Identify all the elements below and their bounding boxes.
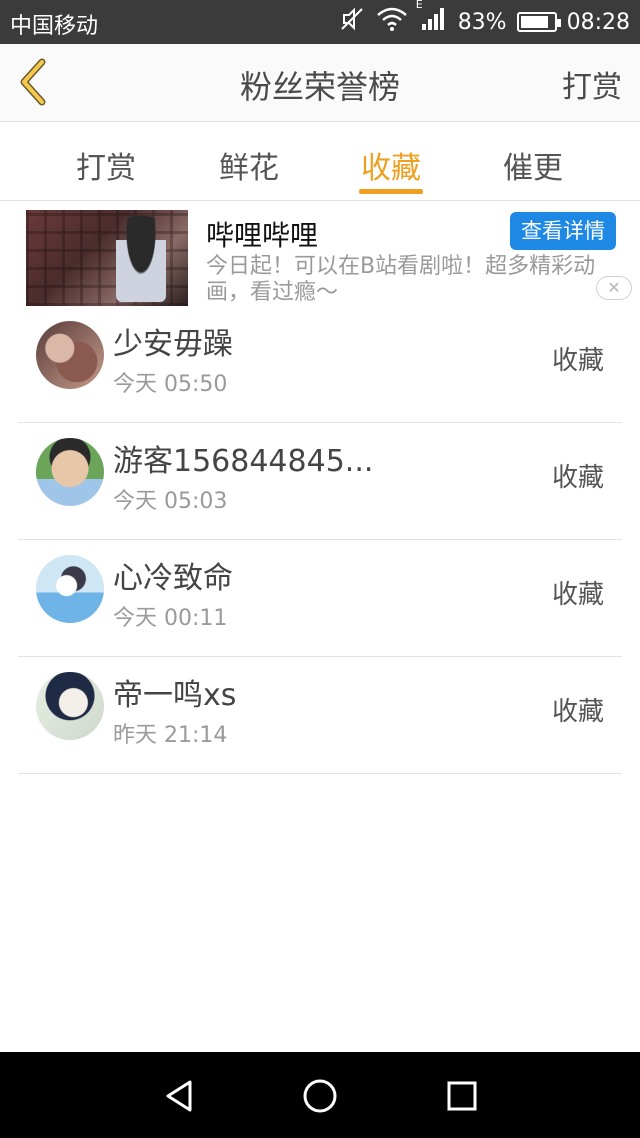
tab-bar: 打赏 鲜花 收藏 催更 [0, 123, 640, 201]
ad-detail-button[interactable]: 查看详情 [510, 212, 616, 250]
avatar [36, 672, 104, 740]
item-action-label: 收藏 [551, 346, 604, 376]
user-name: 心冷致命 [113, 561, 233, 596]
list-item[interactable]: 游客156844845... 今天 05:03 收藏 [18, 423, 622, 540]
network-type: E [415, 0, 423, 11]
status-bar: 中国移动 E 83% 08:28 [0, 0, 640, 44]
user-name: 少安毋躁 [113, 327, 233, 362]
system-nav-bar [0, 1052, 640, 1138]
list-item[interactable]: 心冷致命 今天 00:11 收藏 [18, 540, 622, 657]
tab-reward[interactable]: 打赏 [46, 143, 166, 187]
tab-favorites[interactable]: 收藏 [331, 143, 451, 187]
battery-percent: 83% [457, 9, 507, 35]
item-time: 今天 05:50 [113, 372, 228, 397]
signal-icon: E [416, 0, 448, 38]
tab-flowers[interactable]: 鲜花 [189, 143, 309, 187]
wifi-icon [376, 6, 408, 38]
avatar [36, 555, 104, 623]
active-tab-indicator [359, 189, 423, 194]
avatar [36, 321, 104, 389]
item-action-label: 收藏 [551, 580, 604, 610]
user-name: 帝一鸣xs [113, 678, 237, 713]
reward-button[interactable]: 打赏 [562, 62, 622, 106]
item-action-label: 收藏 [551, 463, 604, 493]
battery-icon [516, 12, 561, 32]
item-time: 今天 05:03 [113, 489, 228, 514]
mute-icon [338, 5, 366, 39]
ad-description: 今日起！可以在B站看剧啦！超多精彩动画，看过瘾～ [206, 254, 596, 305]
ad-thumbnail-figure [116, 216, 166, 302]
user-name: 游客156844845... [113, 444, 374, 479]
battery-fill [520, 16, 548, 28]
back-triangle-icon[interactable] [160, 1076, 200, 1116]
ad-banner[interactable]: 哔哩哔哩 今日起！可以在B站看剧啦！超多精彩动画，看过瘾～ 查看详情 ✕ [0, 202, 640, 306]
item-time: 昨天 21:14 [113, 723, 228, 748]
item-time: 今天 00:11 [113, 606, 228, 631]
list-item[interactable]: 帝一鸣xs 昨天 21:14 收藏 [18, 657, 622, 774]
fan-list: 少安毋躁 今天 05:50 收藏 游客156844845... 今天 05:03… [18, 306, 622, 774]
tab-urge-update[interactable]: 催更 [473, 143, 593, 187]
page-title: 粉丝荣誉榜 [239, 68, 400, 106]
avatar [36, 438, 104, 506]
home-circle-icon[interactable] [300, 1076, 340, 1116]
list-item[interactable]: 少安毋躁 今天 05:50 收藏 [18, 306, 622, 423]
clock: 08:28 [566, 9, 630, 35]
ad-title: 哔哩哔哩 [206, 219, 319, 252]
status-icons: E 83% 08:28 [328, 0, 630, 39]
header: 粉丝荣誉榜 打赏 [0, 44, 640, 122]
recents-square-icon[interactable] [442, 1076, 482, 1116]
ad-close-button[interactable]: ✕ [596, 276, 632, 300]
carrier-name: 中国移动 [10, 14, 99, 39]
item-action-label: 收藏 [551, 697, 604, 727]
ad-thumbnail [26, 210, 188, 306]
